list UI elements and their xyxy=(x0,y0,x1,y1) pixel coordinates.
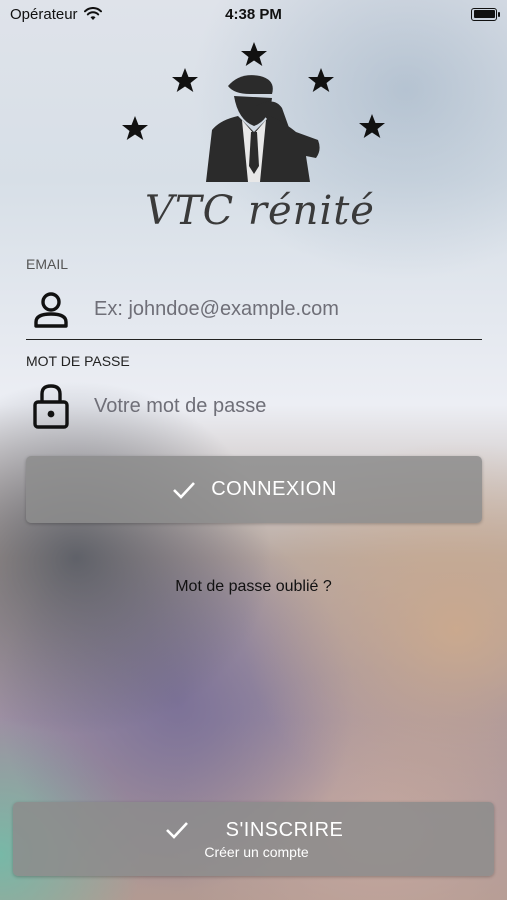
check-icon xyxy=(165,822,188,839)
signup-button-label: S'INSCRIRE xyxy=(225,818,344,841)
password-input[interactable] xyxy=(94,394,482,418)
agent-silhouette xyxy=(206,75,320,182)
email-input[interactable] xyxy=(94,298,482,321)
login-button[interactable]: CONNEXION xyxy=(26,456,482,523)
signup-button[interactable]: S'INSCRIRE Créer un compte xyxy=(13,802,494,876)
lock-icon xyxy=(26,381,76,431)
login-button-label: CONNEXION xyxy=(211,478,337,500)
password-field[interactable] xyxy=(26,376,482,436)
email-field[interactable] xyxy=(26,280,482,340)
check-icon xyxy=(173,481,196,499)
email-label: EMAIL xyxy=(26,256,69,272)
status-bar: Opérateur 4:38 PM xyxy=(0,0,507,28)
person-icon xyxy=(26,285,76,335)
signup-button-sublabel: Créer un compte xyxy=(204,843,309,860)
battery-icon xyxy=(471,7,500,21)
status-left: Opérateur xyxy=(10,6,102,23)
carrier-label: Opérateur xyxy=(10,5,78,23)
wifi-icon xyxy=(83,7,102,20)
logo-wordmark: VTC rénité xyxy=(145,188,375,234)
forgot-password-link[interactable]: Mot de passe oublié ? xyxy=(0,578,507,596)
password-label: MOT DE PASSE xyxy=(26,353,130,369)
